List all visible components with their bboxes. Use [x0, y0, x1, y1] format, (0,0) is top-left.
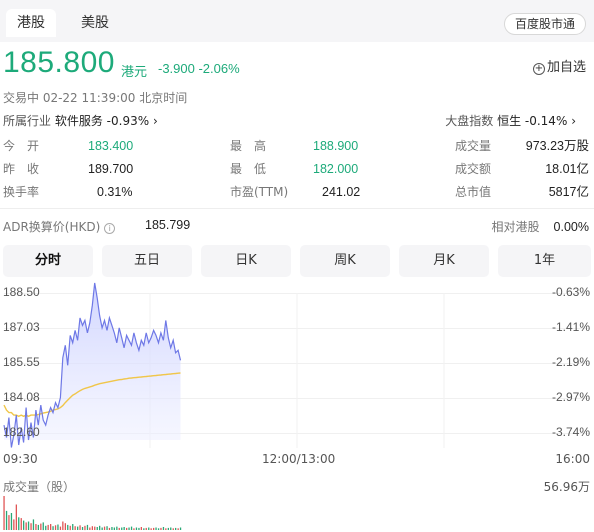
volume-bar	[25, 522, 27, 531]
y-axis-left-tick: 187.03	[3, 320, 40, 334]
volume-bar	[121, 527, 123, 530]
volume-bar	[64, 523, 66, 530]
volume-bar	[18, 517, 20, 531]
x-axis-tick: 09:30	[3, 452, 38, 466]
volume-bar	[153, 527, 155, 530]
volume-bar	[59, 526, 62, 530]
y-axis-right-tick: -3.74%	[551, 425, 590, 439]
y-axis-right-tick: -2.97%	[551, 390, 590, 404]
y-axis-left-tick: 184.08	[3, 390, 40, 404]
volume-bar	[67, 524, 69, 530]
y-axis-right-tick: -0.63%	[551, 285, 590, 299]
volume-bar	[143, 528, 145, 530]
volume-bar	[155, 527, 157, 530]
volume-bar	[52, 526, 54, 530]
volume-bar	[108, 527, 111, 530]
volume-bar	[96, 527, 98, 530]
volume-bar	[79, 525, 81, 530]
volume-bar	[54, 525, 57, 530]
volume-bar	[177, 528, 179, 530]
volume-bar	[37, 524, 39, 530]
volume-bar	[10, 513, 13, 530]
volume-bar	[118, 527, 120, 530]
volume-bar	[86, 524, 89, 530]
volume-bar	[175, 527, 177, 530]
volume-bar	[35, 524, 37, 530]
volume-bar	[135, 527, 138, 530]
volume-bar	[15, 504, 17, 530]
volume-bar	[172, 528, 174, 530]
volume-bar	[27, 521, 30, 530]
volume-bar	[133, 528, 135, 530]
volume-bar	[20, 518, 22, 530]
volume-bar	[30, 523, 32, 530]
volume-bar	[3, 496, 5, 530]
volume-bar	[123, 527, 125, 530]
y-axis-left-tick: 188.50	[3, 285, 40, 299]
volume-bar	[77, 526, 79, 530]
y-axis-right-tick: -1.41%	[551, 320, 590, 334]
volume-bar	[101, 527, 103, 530]
volume-bar	[138, 527, 140, 530]
volume-bar	[150, 528, 152, 530]
volume-bar	[148, 527, 150, 530]
volume-bar	[160, 527, 162, 530]
volume-bar	[91, 526, 93, 530]
y-axis-right-tick: -2.19%	[551, 355, 590, 369]
volume-bar	[162, 527, 165, 530]
volume-bar	[42, 522, 44, 531]
volume-bar	[179, 527, 182, 530]
volume-bar	[89, 527, 91, 530]
y-axis-left-tick: 185.55	[3, 355, 40, 369]
volume-bar	[40, 523, 42, 530]
volume-bar	[103, 526, 106, 530]
volume-bar	[62, 521, 64, 530]
volume-bar	[106, 526, 108, 530]
volume-bar	[57, 524, 59, 530]
volume-bar	[94, 526, 96, 530]
volume-bar	[45, 525, 47, 531]
volume-bar	[74, 526, 76, 530]
volume-bar	[126, 527, 128, 530]
volume-bar	[116, 526, 118, 530]
volume-bar	[170, 527, 172, 530]
volume-bar	[50, 524, 52, 530]
volume-bar	[167, 527, 169, 530]
volume-bar	[32, 519, 35, 530]
volume-bar	[23, 520, 25, 530]
volume-bar	[111, 527, 113, 530]
volume-bar	[145, 527, 147, 530]
volume-bar	[13, 519, 15, 530]
volume-bar	[81, 527, 84, 530]
volume-label: 成交量（股）	[3, 480, 76, 494]
volume-bar	[157, 528, 160, 530]
x-axis-tick: 16:00	[555, 452, 590, 466]
x-axis-tick: 12:00/13:00	[262, 452, 336, 466]
volume-bar	[72, 524, 74, 530]
volume-bar	[140, 527, 142, 530]
y-axis-left-tick: 182.60	[3, 425, 40, 439]
volume-bar	[130, 526, 133, 530]
volume-bar	[47, 524, 49, 530]
volume-bar	[128, 527, 130, 530]
volume-bar	[99, 525, 101, 531]
volume-bar	[84, 525, 86, 531]
volume-bar	[69, 525, 71, 531]
volume-bar	[5, 510, 8, 530]
volume-bar	[113, 527, 115, 530]
volume-bar	[8, 515, 10, 530]
volume-bar	[165, 528, 167, 530]
volume-max: 56.96万	[543, 480, 590, 494]
